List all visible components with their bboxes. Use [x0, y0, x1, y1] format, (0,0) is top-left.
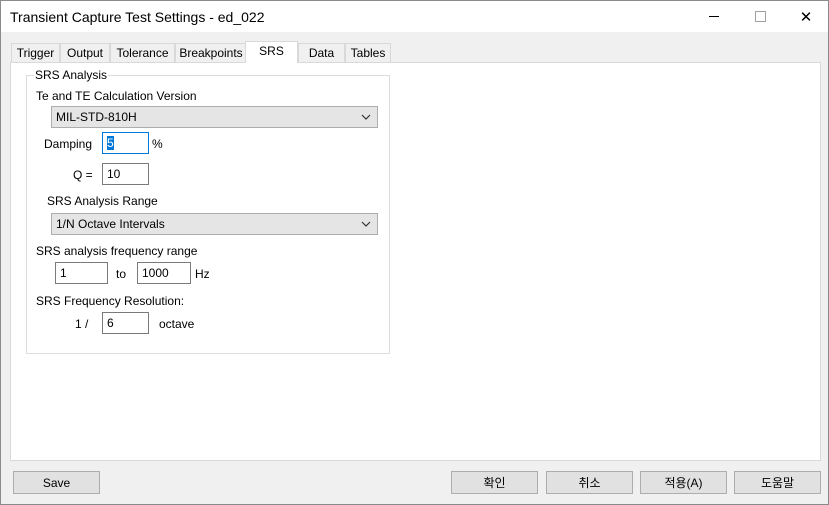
resolution-label: SRS Frequency Resolution: [36, 294, 185, 308]
srs-analysis-group: SRS Analysis Te and TE Calculation Versi… [26, 68, 390, 354]
save-button[interactable]: Save [13, 471, 100, 494]
freq-to-value: 1000 [142, 266, 169, 280]
tab-output[interactable]: Output [60, 43, 110, 62]
cancel-button[interactable]: 취소 [546, 471, 633, 494]
tab-tolerance[interactable]: Tolerance [110, 43, 175, 62]
damping-input[interactable]: 5 [102, 132, 149, 154]
freq-from-value: 1 [60, 266, 67, 280]
damping-value: 5 [107, 136, 114, 150]
te-version-select[interactable]: MIL-STD-810H [51, 106, 378, 128]
damping-unit: % [152, 137, 163, 151]
freq-from-input[interactable]: 1 [55, 262, 108, 284]
q-label: Q = [73, 168, 93, 182]
q-input[interactable]: 10 [102, 163, 149, 185]
resolution-unit: octave [159, 317, 195, 331]
resolution-value: 6 [107, 316, 114, 330]
tab-trigger[interactable]: Trigger [11, 43, 60, 62]
close-button[interactable]: ✕ [783, 1, 829, 32]
maximize-icon [754, 11, 766, 22]
minimize-icon [709, 16, 719, 17]
srs-range-label: SRS Analysis Range [47, 194, 158, 208]
tab-breakpoints[interactable]: Breakpoints [175, 43, 247, 62]
resolution-prefix: 1 / [75, 317, 89, 331]
ok-button[interactable]: 확인 [451, 471, 538, 494]
freq-unit: Hz [195, 267, 210, 281]
srs-range-value: 1/N Octave Intervals [56, 217, 165, 231]
freq-range-label: SRS analysis frequency range [36, 244, 198, 258]
help-button[interactable]: 도움말 [734, 471, 821, 494]
resolution-input[interactable]: 6 [102, 312, 149, 334]
chevron-down-icon [361, 114, 371, 120]
srs-tab-panel: SRS Analysis Te and TE Calculation Versi… [10, 62, 821, 461]
tab-tables[interactable]: Tables [345, 43, 391, 62]
dialog-window: Transient Capture Test Settings - ed_022… [0, 0, 829, 505]
window-title: Transient Capture Test Settings - ed_022 [10, 9, 265, 25]
chevron-down-icon [361, 221, 371, 227]
srs-range-select[interactable]: 1/N Octave Intervals [51, 213, 378, 235]
title-bar: Transient Capture Test Settings - ed_022… [1, 1, 828, 32]
te-version-value: MIL-STD-810H [56, 110, 137, 124]
freq-to-input[interactable]: 1000 [137, 262, 191, 284]
freq-to-label: to [116, 267, 127, 281]
maximize-button[interactable] [737, 1, 783, 32]
damping-label: Damping [44, 137, 93, 151]
te-version-label: Te and TE Calculation Version [36, 89, 197, 103]
group-title: SRS Analysis [34, 68, 109, 82]
close-icon: ✕ [799, 8, 813, 26]
tab-data[interactable]: Data [298, 43, 345, 62]
apply-button[interactable]: 적용(A) [640, 471, 727, 494]
minimize-button[interactable] [691, 1, 737, 32]
q-value: 10 [107, 167, 121, 181]
tab-srs[interactable]: SRS [245, 41, 298, 63]
